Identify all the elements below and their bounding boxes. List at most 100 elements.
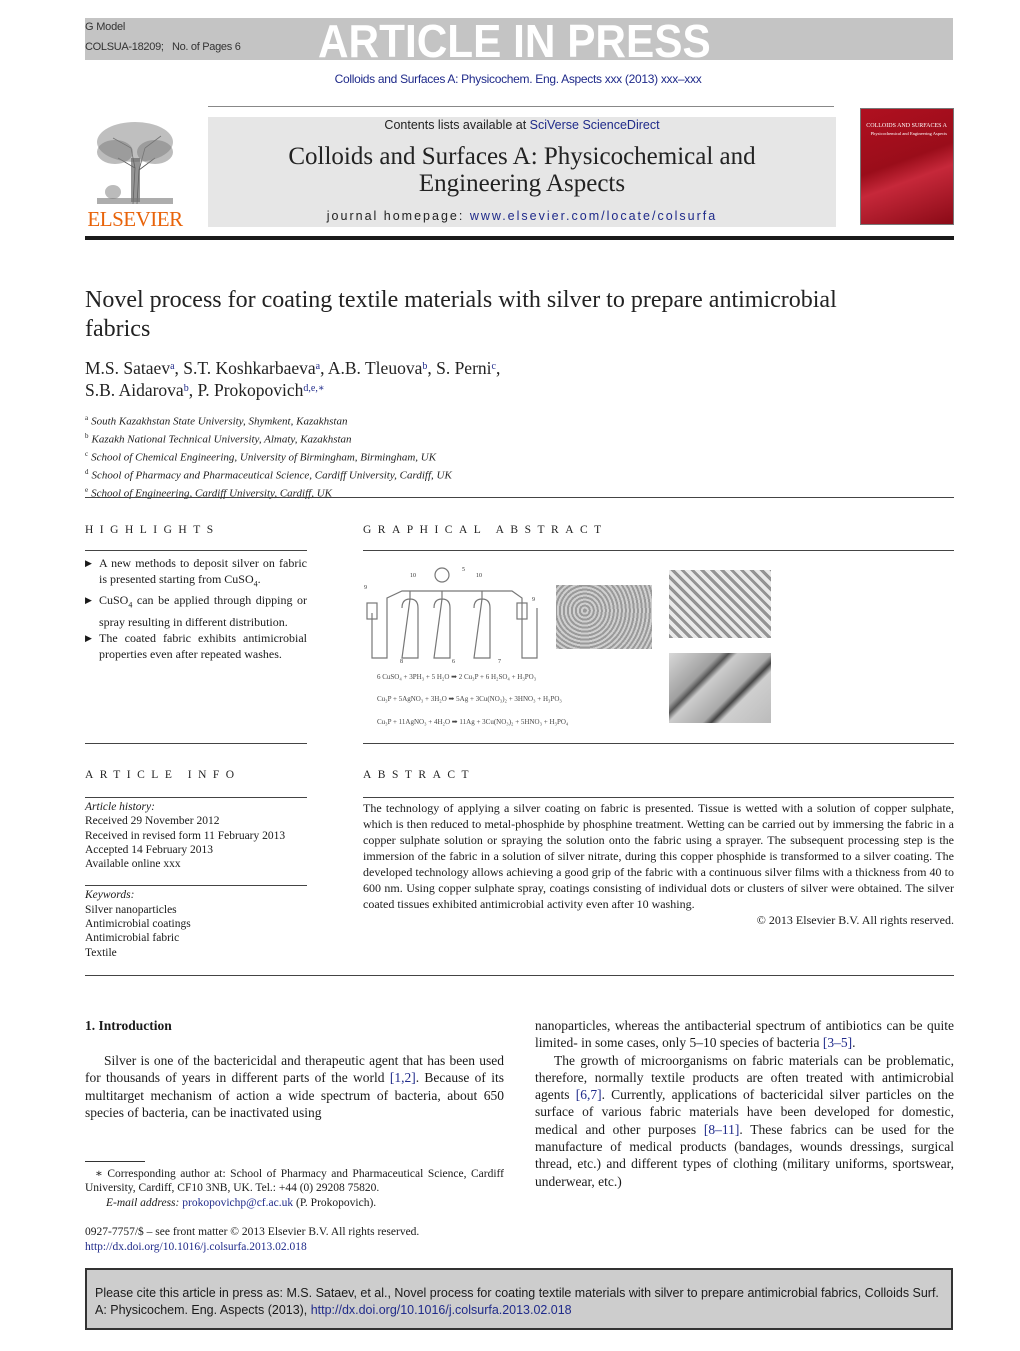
abstract-rule (363, 797, 954, 798)
email-line: E-mail address: prokopovichp@cf.ac.uk (P… (85, 1196, 504, 1210)
sem-image-spray-coated (669, 653, 771, 723)
article-title: Novel process for coating textile materi… (85, 287, 837, 342)
journal-title-line1: Colloids and Surfaces A: Physicochemical… (288, 143, 756, 170)
apparatus-label: 8 (400, 659, 403, 663)
abstract-label: ABSTRACT (363, 769, 476, 781)
journal-reference[interactable]: Colloids and Surfaces A: Physicochem. En… (0, 72, 1020, 86)
corresponding-author-text: ∗ Corresponding author at: School of Pha… (85, 1168, 504, 1195)
citation-link[interactable]: [8–11] (704, 1122, 740, 1137)
apparatus-label: 7 (498, 659, 501, 663)
highlights-rule-bottom (85, 743, 307, 744)
sem-image-dip-coated (556, 585, 652, 649)
affiliation-marker[interactable]: a (316, 361, 320, 372)
cite-doi-link[interactable]: http://dx.doi.org/10.1016/j.colsurfa.201… (311, 1302, 572, 1317)
keyword: Textile (85, 946, 117, 959)
intro-text: nanoparticles, whereas the antibacterial… (535, 1018, 954, 1051)
bullet-triangle-icon: ▶ (85, 558, 92, 568)
apparatus-label: 9 (364, 585, 367, 591)
author-name[interactable]: M.S. Sataev (85, 358, 170, 378)
highlight-text: . (257, 572, 261, 586)
corresponding-author-footnote: ∗ Corresponding author at: School of Pha… (85, 1167, 504, 1210)
affiliation-marker[interactable]: b (422, 361, 427, 372)
keyword: Antimicrobial fabric (85, 932, 180, 945)
highlight-text: can be applied through dipping or spray … (99, 593, 307, 629)
affiliation-key: e (85, 485, 89, 494)
affiliation: c School of Chemical Engineering, Univers… (85, 447, 785, 465)
affiliation: b Kazakh National Technical University, A… (85, 429, 785, 447)
citation-link[interactable]: [3–5] (823, 1035, 852, 1050)
affiliation-marker[interactable]: a (170, 361, 174, 372)
cover-title-text: COLLOIDS AND SURFACES A (866, 123, 947, 129)
affiliation-key: d (85, 467, 89, 476)
article-info-label: ARTICLE INFO (85, 769, 241, 781)
affiliation-key: c (85, 449, 89, 458)
journal-title-line2: Engineering Aspects (418, 170, 626, 197)
highlights-label: HIGHLIGHTS (85, 524, 220, 536)
cover-subtitle: Physicochemical and Engineering Aspects (870, 131, 947, 136)
affiliation-text: School of Chemical Engineering, Universi… (91, 451, 437, 464)
article-in-press-label: ARTICLE IN PRESS (318, 15, 711, 67)
affiliation-marker[interactable]: d,e,∗ (303, 383, 324, 394)
article-info-rule (85, 797, 307, 798)
intro-text: . (852, 1035, 856, 1051)
elsevier-wordmark: ELSEVIER (87, 207, 183, 231)
sciencedirect-link[interactable]: SciVerse ScienceDirect (530, 118, 660, 132)
graphical-abstract-figure[interactable]: 9 10 5 10 9 8 6 7 6 CuSO₄ + 3PH₃ + 5 H₂O… (362, 563, 774, 728)
elsevier-logo[interactable]: ELSEVIER (85, 118, 185, 231)
manuscript-code: COLSUA-18209; (85, 41, 164, 53)
affiliation-marker[interactable]: c (492, 361, 496, 372)
journal-cover-image[interactable]: COLLOIDS AND SURFACES A Physicochemical a… (860, 108, 954, 225)
history-item: Accepted 14 February 2013 (85, 843, 214, 856)
citation-link[interactable]: [1,2] (390, 1070, 416, 1085)
abstract-copyright: © 2013 Elsevier B.V. All rights reserved… (756, 913, 954, 927)
author-separator: , (427, 358, 437, 378)
introduction-column-right: nanoparticles, whereas the antibacterial… (535, 1017, 954, 1190)
reaction-equation: Cu₃P + 5AgNO₃ + 3H₂O ➡ 5Ag + 3Cu(NO₃)₂ +… (377, 695, 562, 703)
apparatus-label: 6 (452, 659, 455, 663)
email-label: E-mail address: (106, 1196, 183, 1209)
graphical-abstract-label: GRAPHICAL ABSTRACT (363, 524, 608, 536)
author-name[interactable]: S. Perni (436, 358, 491, 378)
citation-link[interactable]: [6,7] (576, 1087, 602, 1102)
apparatus-label: 5 (462, 567, 465, 573)
bullet-triangle-icon: ▶ (85, 595, 92, 606)
intro-continued-paragraph: nanoparticles, whereas the antibacterial… (535, 1017, 954, 1052)
homepage-link[interactable]: www.elsevier.com/locate/colsurfa (470, 209, 717, 223)
intro-paragraph-2: The growth of microorganisms on fabric m… (535, 1052, 954, 1190)
author-name[interactable]: S.B. Aidarova (85, 380, 184, 400)
introduction-paragraph: Silver is one of the bactericidal and th… (85, 1052, 504, 1121)
keyword: Antimicrobial coatings (85, 918, 191, 931)
page-count: No. of Pages 6 (171, 41, 241, 53)
doi-link[interactable]: http://dx.doi.org/10.1016/j.colsurfa.201… (85, 1240, 504, 1255)
section-divider (85, 975, 954, 976)
elsevier-tree-icon (97, 122, 173, 205)
author-separator: , (320, 358, 328, 378)
keyword: Silver nanoparticles (85, 903, 177, 916)
affiliation: d School of Pharmacy and Pharmaceutical S… (85, 465, 785, 483)
history-item: Available online xxx (85, 858, 181, 871)
author-name[interactable]: P. Prokopovich (197, 380, 303, 400)
graphical-abstract-rule-bottom (363, 743, 954, 744)
author-name[interactable]: A.B. Tleuova (328, 358, 422, 378)
issn-block: 0927-7757/$ – see front matter © 2013 El… (85, 1225, 504, 1255)
author-name[interactable]: S.T. Koshkarbaeva (183, 358, 315, 378)
affiliation-list: a South Kazakhstan State University, Shym… (85, 411, 785, 501)
contents-line: Contents lists available at SciVerse Sci… (208, 118, 836, 132)
affiliation-key: a (85, 414, 89, 422)
highlight-text: A new methods to deposit silver on fabri… (99, 556, 307, 586)
email-owner: (P. Prokopovich). (293, 1196, 377, 1209)
manuscript-id: COLSUA-18209; No. of Pages 6 (85, 41, 241, 53)
header-divider (208, 106, 834, 107)
header-thick-rule (85, 236, 954, 240)
affiliation-marker[interactable]: b (184, 383, 189, 394)
bullet-triangle-icon: ▶ (85, 632, 92, 643)
keywords-rule (85, 885, 307, 887)
affiliation-text: School of Pharmacy and Pharmaceutical Sc… (91, 469, 452, 482)
issn-text: 0927-7757/$ – see front matter © 2013 El… (85, 1226, 420, 1238)
highlight-item: ▶ A new methods to deposit silver on fabr… (85, 555, 307, 592)
journal-homepage: journal homepage: www.elsevier.com/locat… (208, 209, 836, 223)
g-model-label: G Model (85, 21, 126, 33)
reaction-equation: Cu₃P + 11AgNO₃ + 4H₂O ➡ 11Ag + 3Cu(NO₃)₂… (377, 718, 569, 726)
cite-this-article-box: Please cite this article in press as: M.… (85, 1268, 953, 1330)
email-link[interactable]: prokopovichp@cf.ac.uk (182, 1197, 293, 1209)
